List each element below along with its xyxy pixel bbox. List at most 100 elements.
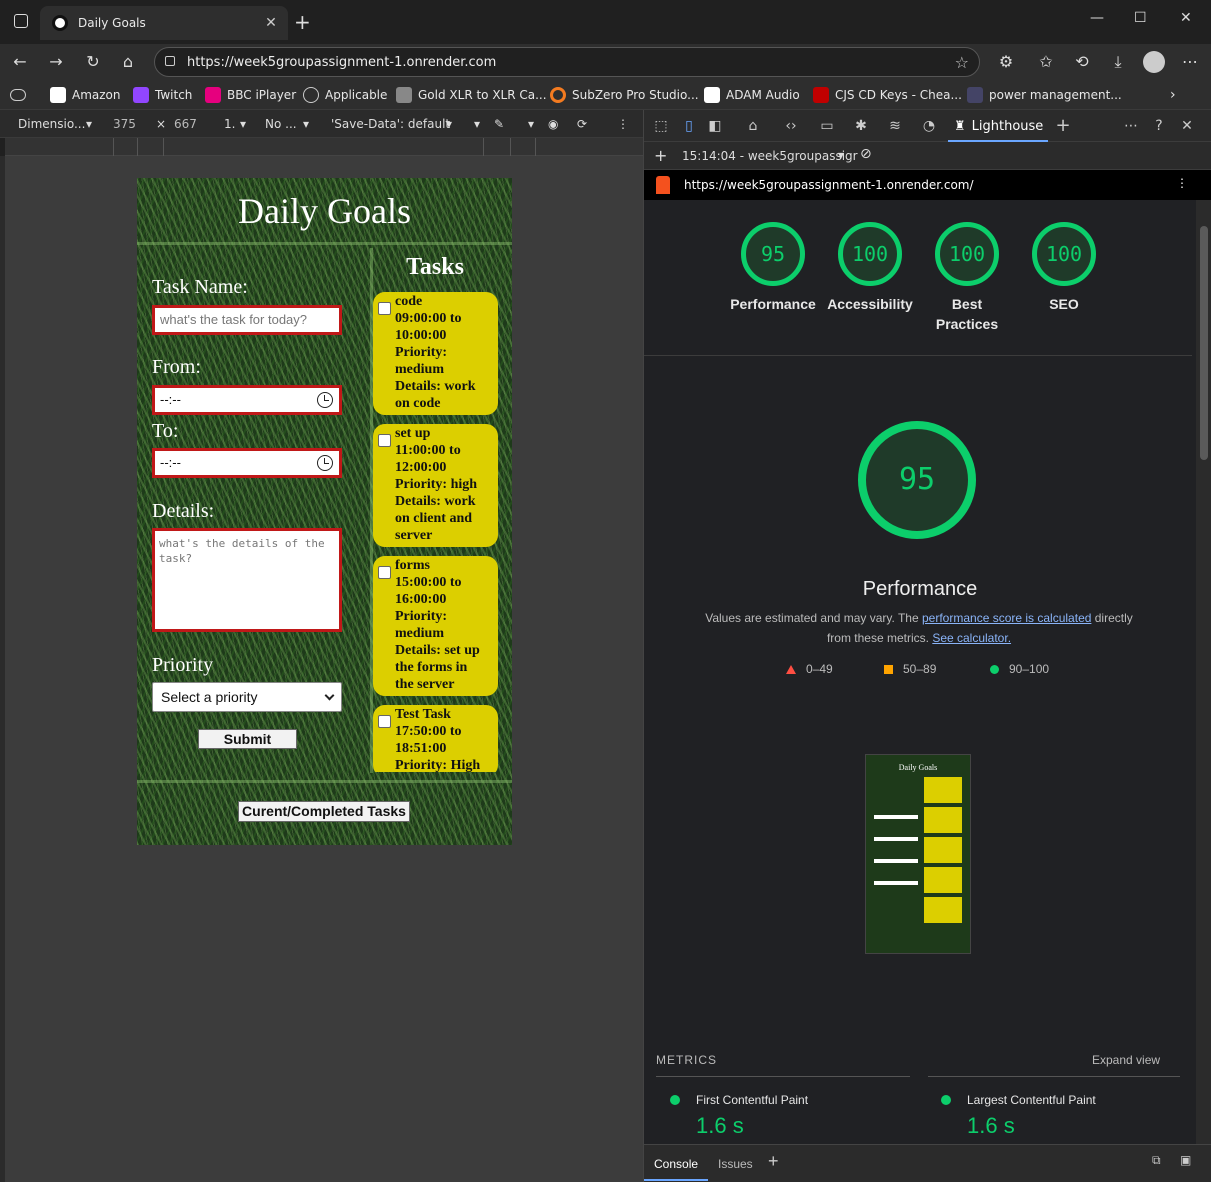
throttle-select[interactable]: No ... <box>265 117 297 131</box>
close-devtools-icon[interactable]: ✕ <box>1178 117 1196 135</box>
vision-chevron-icon[interactable]: ▾ <box>528 117 534 131</box>
task-text-line: 15:00:00 to <box>395 575 462 590</box>
kebab-menu-icon[interactable]: ⋮ <box>617 117 629 131</box>
browser-tab[interactable]: Daily Goals ✕ <box>40 6 288 40</box>
more-options-chevron-icon[interactable]: ▾ <box>474 117 480 131</box>
task-checkbox[interactable] <box>378 434 391 447</box>
avatar[interactable] <box>1143 51 1165 73</box>
device-toggle-icon[interactable]: ▯ <box>680 117 698 135</box>
extensions-icon[interactable]: ⚙ <box>996 52 1016 72</box>
bookmark-adam-audio[interactable]: ADAM Audio <box>704 86 800 104</box>
tab-actions-icon[interactable] <box>14 14 28 28</box>
gauge-accessibility[interactable]: 100 Accessibility <box>825 222 915 314</box>
width-input[interactable]: 375 <box>113 117 136 131</box>
zoom-chevron-icon: ▾ <box>240 117 247 131</box>
performance-icon[interactable]: ◔ <box>920 117 938 135</box>
submit-button[interactable]: Submit <box>198 729 297 749</box>
console-icon[interactable]: ▭ <box>818 117 836 135</box>
zoom-select[interactable]: 1. <box>224 117 235 131</box>
help-icon[interactable]: ? <box>1150 117 1168 135</box>
square-icon <box>884 664 893 674</box>
add-drawer-tab-icon[interactable]: + <box>768 1151 779 1172</box>
new-report-icon[interactable]: + <box>654 146 667 165</box>
history-icon[interactable]: ⟲ <box>1072 52 1092 72</box>
rotate-icon[interactable]: ⟳ <box>577 117 587 131</box>
sources-bug-icon[interactable]: ✱ <box>852 117 870 135</box>
bookmark-amazon[interactable]: Amazon <box>50 86 121 104</box>
more-tools-icon[interactable]: ⋯ <box>1122 117 1140 135</box>
save-data-select[interactable]: 'Save-Data': default <box>331 117 450 131</box>
report-select[interactable]: 15:14:04 - week5groupassigr <box>682 149 858 163</box>
report-chevron-icon[interactable]: ▾ <box>838 148 844 162</box>
tab-issues[interactable]: Issues <box>718 1157 753 1171</box>
browser-toolbar: ← → ↻ ⌂ https://week5groupassignment-1.o… <box>0 44 1211 80</box>
minimize-icon[interactable]: — <box>1090 10 1104 26</box>
favorites-icon[interactable]: ✩ <box>1036 52 1056 72</box>
bookmark-subzero[interactable]: SubZero Pro Studio... <box>550 86 699 104</box>
elements-icon[interactable]: ‹› <box>782 117 800 135</box>
dock-icon[interactable]: ◧ <box>706 117 724 135</box>
tab-console[interactable]: Console <box>654 1157 698 1171</box>
task-card: code 09:00:00 to 10:00:00 Priority: medium De… <box>373 292 498 415</box>
report-text: 100 <box>1032 222 1096 286</box>
details-textarea[interactable]: what's the details of the task? <box>152 528 342 632</box>
home-icon[interactable]: ⌂ <box>118 52 138 72</box>
dimensions-select[interactable]: Dimensio... <box>18 117 85 131</box>
clock-icon[interactable] <box>317 455 333 471</box>
favorite-star-icon[interactable]: ☆ <box>955 53 969 72</box>
maximize-icon[interactable]: ☐ <box>1134 10 1147 26</box>
undock-icon[interactable]: ⧉ <box>1152 1153 1161 1168</box>
task-list[interactable]: code 09:00:00 to 10:00:00 Priority: medium De… <box>373 292 499 772</box>
expand-view-toggle[interactable]: Expand view <box>1092 1053 1160 1067</box>
times-label: × <box>156 117 167 131</box>
bookmark-bbc-iplayer[interactable]: BBC iPlayer <box>205 86 296 104</box>
task-name-input[interactable]: what's the task for today? <box>152 305 342 335</box>
add-tab-icon[interactable]: + <box>1054 117 1072 135</box>
pen-icon[interactable]: ✎ <box>494 117 504 131</box>
report-scrollbar[interactable] <box>1196 200 1211 1144</box>
to-time-input[interactable]: --:-- <box>152 448 342 478</box>
downloads-icon[interactable]: ⤓ <box>1108 52 1128 72</box>
bookmark-power-management[interactable]: power management... <box>967 86 1122 104</box>
forward-icon[interactable]: → <box>46 52 66 72</box>
tab-lighthouse[interactable]: ♜ Lighthouse <box>948 112 1048 142</box>
task-checkbox[interactable] <box>378 302 391 315</box>
address-bar[interactable]: https://week5groupassignment-1.onrender.… <box>154 47 980 77</box>
clock-icon[interactable] <box>317 392 333 408</box>
see-calculator-link[interactable]: See calculator. <box>932 631 1011 645</box>
close-tab-icon[interactable]: ✕ <box>260 15 282 31</box>
report-menu-icon[interactable]: ⋮ <box>1176 176 1188 190</box>
clear-icon[interactable]: ⊘ <box>860 146 872 162</box>
inspect-icon[interactable]: ⬚ <box>652 117 670 135</box>
current-completed-tasks-button[interactable]: Curent/Completed Tasks <box>238 801 410 822</box>
report-url[interactable]: https://week5groupassignment-1.onrender.… <box>684 178 974 192</box>
bookmark-applicable[interactable]: Applicable <box>303 86 387 104</box>
reading-list-icon[interactable] <box>10 86 32 104</box>
height-input[interactable]: 667 <box>174 117 197 131</box>
priority-select[interactable]: Select a priority <box>152 682 342 712</box>
final-screenshot-thumbnail[interactable]: Daily Goals <box>865 754 971 954</box>
welcome-home-icon[interactable]: ⌂ <box>744 117 762 135</box>
task-checkbox[interactable] <box>378 715 391 728</box>
bookmark-gold-xlr[interactable]: Gold XLR to XLR Ca... <box>396 86 547 104</box>
chevron-right-icon[interactable]: › <box>1170 86 1176 104</box>
from-time-input[interactable]: --:-- <box>152 385 342 415</box>
task-text-line: code <box>395 294 423 309</box>
task-checkbox[interactable] <box>378 566 391 579</box>
bookmark-twitch[interactable]: Twitch <box>133 86 192 104</box>
bookmark-cjs[interactable]: CJS CD Keys - Chea... <box>813 86 962 104</box>
more-menu-icon[interactable]: ⋯ <box>1180 52 1200 72</box>
new-tab-icon[interactable]: + <box>294 10 311 34</box>
task-text-line: 16:00:00 <box>395 592 447 607</box>
eye-icon[interactable]: ◉ <box>548 117 558 131</box>
back-icon[interactable]: ← <box>10 52 30 72</box>
drawer-close-icon[interactable]: ▣ <box>1180 1153 1191 1167</box>
network-wifi-icon[interactable]: ≋ <box>886 117 904 135</box>
refresh-icon[interactable]: ↻ <box>83 52 103 72</box>
gauge-performance[interactable]: 95 Performance <box>728 222 818 314</box>
close-window-icon[interactable]: ✕ <box>1180 10 1192 26</box>
gauge-best-practices[interactable]: 100 Best Practices <box>922 222 1012 334</box>
score-calculated-link[interactable]: performance score is calculated <box>922 611 1091 625</box>
task-text-line: server <box>395 528 433 543</box>
gauge-seo[interactable]: 100 SEO <box>1019 222 1109 314</box>
